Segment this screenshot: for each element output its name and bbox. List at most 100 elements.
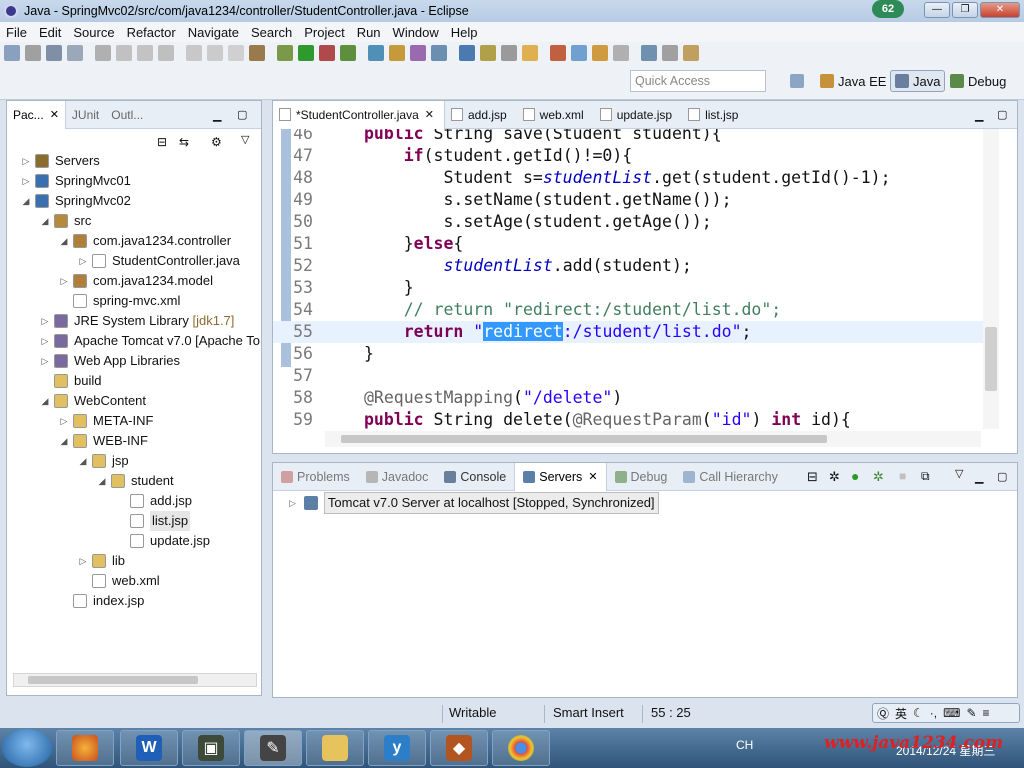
tab-web-xml[interactable]: web.xml xyxy=(517,101,594,129)
toolbar-icon[interactable] xyxy=(25,45,41,61)
server-entry[interactable]: ▷ Tomcat v7.0 Server at localhost [Stopp… xyxy=(289,492,659,514)
tree-item[interactable]: ◢ src xyxy=(7,211,261,231)
toolbar-icon[interactable] xyxy=(95,45,111,61)
tab-list-jsp[interactable]: list.jsp xyxy=(682,101,748,129)
view-menu-icon[interactable]: ⚙ xyxy=(211,135,222,149)
menu-icon[interactable]: ≡ xyxy=(983,706,990,720)
menu-navigate[interactable]: Navigate xyxy=(182,25,245,40)
open-perspective-button[interactable] xyxy=(786,70,812,92)
code-text-area[interactable]: 46 public String save(Student student){47… xyxy=(273,129,1017,431)
minimize-view-icon[interactable]: ▁ xyxy=(213,109,221,122)
taskbar-app-javaee[interactable]: ◆ xyxy=(430,730,488,766)
tab-outline[interactable]: Outl... xyxy=(105,101,149,129)
tree-item[interactable]: build xyxy=(7,371,261,391)
tree-item[interactable]: spring-mvc.xml xyxy=(7,291,261,311)
toolbar-icon[interactable] xyxy=(683,45,699,61)
expand-arrow-icon[interactable]: ▷ xyxy=(40,331,50,351)
notification-badge[interactable]: 62 xyxy=(872,0,904,18)
toolbar-icon[interactable] xyxy=(277,45,293,61)
collapse-arrow-icon[interactable]: ◢ xyxy=(40,391,50,411)
menu-project[interactable]: Project xyxy=(298,25,350,40)
collapse-arrow-icon[interactable]: ◢ xyxy=(97,471,107,491)
tab-problems[interactable]: Problems xyxy=(273,463,358,491)
taskbar-app-word[interactable]: W xyxy=(120,730,178,766)
punctuation-icon[interactable]: ·, xyxy=(930,706,937,720)
toolbar-icon[interactable] xyxy=(116,45,132,61)
tree-item[interactable]: update.jsp xyxy=(7,531,261,551)
perspective-debug[interactable]: Debug xyxy=(946,70,1010,92)
taskbar-app-media[interactable] xyxy=(56,730,114,766)
minimize-view-icon[interactable]: ▁ xyxy=(975,109,983,122)
close-icon[interactable]: ✕ xyxy=(50,108,59,121)
language-indicator[interactable]: CH xyxy=(736,738,753,752)
scroll-thumb[interactable] xyxy=(341,435,827,443)
toolbar-icon[interactable] xyxy=(207,45,223,61)
tab-junit[interactable]: JUnit xyxy=(66,101,105,129)
code-line[interactable]: 55 return "redirect:/student/list.do"; xyxy=(273,321,985,343)
tree-item[interactable]: ▷ JRE System Library [jdk1.7] xyxy=(7,311,261,331)
toolbar-icon[interactable] xyxy=(4,45,20,61)
tree-item[interactable]: ▷ Servers xyxy=(7,151,261,171)
moon-icon[interactable]: ☾ xyxy=(913,706,924,720)
toolbar-icon[interactable] xyxy=(410,45,426,61)
code-line[interactable]: 54 // return "redirect:/student/list.do"… xyxy=(273,299,985,321)
tab-update-jsp[interactable]: update.jsp xyxy=(594,101,682,129)
toolbar-icon[interactable] xyxy=(550,45,566,61)
tab-servers[interactable]: Servers ✕ xyxy=(514,462,607,491)
expand-arrow-icon[interactable]: ▷ xyxy=(40,311,50,331)
view-dropdown-icon[interactable]: ▽ xyxy=(955,467,963,480)
toolbar-icon[interactable] xyxy=(522,45,538,61)
code-line[interactable]: 51 }else{ xyxy=(273,233,985,255)
maximize-button[interactable]: ❐ xyxy=(952,2,978,18)
stop-server-icon[interactable]: ■ xyxy=(899,469,906,483)
close-icon[interactable]: ✕ xyxy=(588,470,597,483)
ime-toolbar[interactable]: Ⓠ 英 ☾ ·, ⌨ ✎ ≡ xyxy=(872,703,1020,723)
toolbar-icon[interactable] xyxy=(228,45,244,61)
maximize-view-icon[interactable]: ▢ xyxy=(997,108,1007,121)
publish-icon[interactable]: ⧉ xyxy=(921,469,930,484)
menu-file[interactable]: File xyxy=(0,25,33,40)
tab-console[interactable]: Console xyxy=(436,463,514,491)
expand-arrow-icon[interactable]: ▷ xyxy=(40,351,50,371)
collapse-icon[interactable]: ⊟ xyxy=(807,469,818,485)
tab-package-explorer[interactable]: Pac... ✕ xyxy=(7,100,66,129)
maximize-view-icon[interactable]: ▢ xyxy=(997,470,1007,483)
code-line[interactable]: 48 Student s=studentList.get(student.get… xyxy=(273,167,985,189)
collapse-arrow-icon[interactable]: ◢ xyxy=(59,231,69,251)
scroll-thumb[interactable] xyxy=(28,676,198,684)
menu-run[interactable]: Run xyxy=(351,25,387,40)
tree-item[interactable]: list.jsp xyxy=(7,511,261,531)
code-line[interactable]: 47 if(student.getId()!=0){ xyxy=(273,145,985,167)
tree-item[interactable]: ▷ SpringMvc01 xyxy=(7,171,261,191)
maximize-view-icon[interactable]: ▢ xyxy=(237,108,247,121)
tree-item[interactable]: ◢ jsp xyxy=(7,451,261,471)
toolbar-icon[interactable] xyxy=(137,45,153,61)
close-icon[interactable]: ✕ xyxy=(425,108,434,121)
code-line[interactable]: 57 xyxy=(273,365,985,387)
toolbar-icon[interactable] xyxy=(158,45,174,61)
toolbar-icon[interactable] xyxy=(389,45,405,61)
tree-item[interactable]: ◢ com.java1234.controller xyxy=(7,231,261,251)
horizontal-scrollbar[interactable] xyxy=(13,673,257,687)
tree-item[interactable]: ▷ Apache Tomcat v7.0 [Apache To xyxy=(7,331,261,351)
code-line[interactable]: 49 s.setName(student.getName()); xyxy=(273,189,985,211)
toolbar-icon[interactable] xyxy=(641,45,657,61)
taskbar-app-youdao[interactable]: y xyxy=(368,730,426,766)
toolbar-icon[interactable] xyxy=(249,45,265,61)
collapse-arrow-icon[interactable]: ◢ xyxy=(59,431,69,451)
tab-javadoc[interactable]: Javadoc xyxy=(358,463,437,491)
expand-arrow-icon[interactable]: ▷ xyxy=(21,151,31,171)
toolbar-icon[interactable] xyxy=(480,45,496,61)
expand-arrow-icon[interactable]: ▷ xyxy=(21,171,31,191)
toolbar-icon[interactable] xyxy=(431,45,447,61)
tree-item[interactable]: ▷ Web App Libraries xyxy=(7,351,261,371)
tab-add-jsp[interactable]: add.jsp xyxy=(445,101,517,129)
minimize-view-icon[interactable]: ▁ xyxy=(975,471,983,484)
start-server-icon[interactable]: ● xyxy=(851,468,859,484)
collapse-arrow-icon[interactable]: ◢ xyxy=(21,191,31,211)
vertical-scrollbar[interactable] xyxy=(983,129,999,429)
menu-search[interactable]: Search xyxy=(245,25,298,40)
expand-arrow-icon[interactable]: ▷ xyxy=(289,493,296,513)
tree-item[interactable]: web.xml xyxy=(7,571,261,591)
view-dropdown-icon[interactable]: ▽ xyxy=(241,133,249,146)
